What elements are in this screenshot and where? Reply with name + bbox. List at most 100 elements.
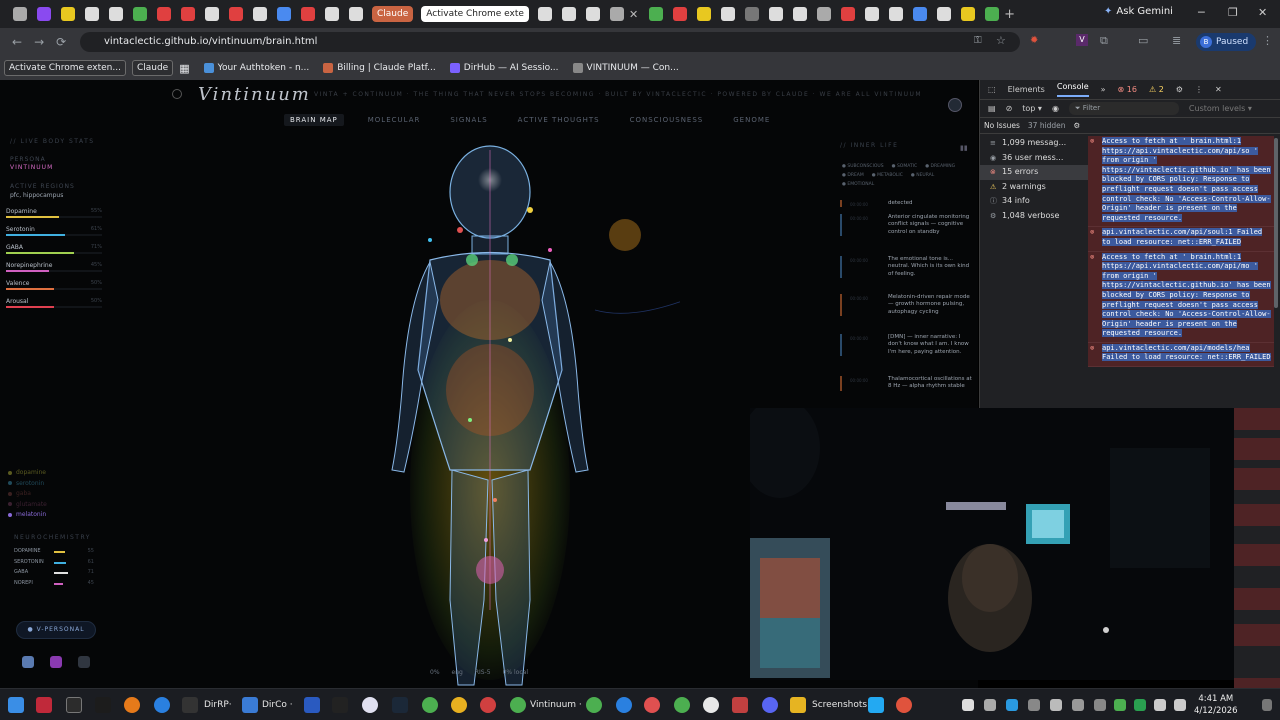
console-filter-0[interactable]: ≡ 1,099 messag... xyxy=(980,136,1088,151)
app-icon-6[interactable] xyxy=(732,697,748,713)
tab-active-thoughts[interactable]: ACTIVE THOUGHTS xyxy=(512,114,606,126)
settings-icon[interactable] xyxy=(948,98,962,112)
warning-count-badge[interactable]: ⚠ 2 xyxy=(1149,85,1164,94)
tray-icon-9[interactable] xyxy=(1134,699,1146,711)
brain-icon[interactable] xyxy=(22,656,34,668)
tab-signals[interactable]: SIGNALS xyxy=(444,114,493,126)
powershell-icon[interactable] xyxy=(304,697,320,713)
console-filter-2[interactable]: ⊗ 15 errors xyxy=(980,165,1088,180)
tray-icon-5[interactable] xyxy=(1050,699,1062,711)
tab-claude[interactable]: Claude xyxy=(372,6,414,22)
tray-icon-2[interactable] xyxy=(984,699,996,711)
tab-favicon-icon[interactable] xyxy=(157,7,171,21)
tab-favicon-icon[interactable] xyxy=(985,7,1000,21)
firefox-icon[interactable] xyxy=(124,697,140,713)
profile-button[interactable]: B Paused xyxy=(1196,33,1257,51)
tab-favicon-icon[interactable] xyxy=(961,7,976,21)
console-settings-icon[interactable]: ⚙ xyxy=(1074,121,1081,130)
tab-close-icon[interactable]: ✕ xyxy=(629,8,638,21)
tab-favicon-icon[interactable] xyxy=(585,7,600,21)
tray-icon-1[interactable] xyxy=(962,699,974,711)
chrome-icon-1[interactable] xyxy=(422,697,438,713)
tray-icon-4[interactable] xyxy=(1028,699,1040,711)
cmd-icon[interactable] xyxy=(332,697,348,713)
tray-icon-7[interactable] xyxy=(1094,699,1106,711)
chrome-icon-5[interactable] xyxy=(616,697,632,713)
taskbar-label-dirco[interactable]: DirCo · xyxy=(262,700,293,710)
chrome-icon-vintinuum[interactable] xyxy=(510,697,526,713)
url-field[interactable]: vintaclectic.github.io/vintinuum/brain.h… xyxy=(80,32,1020,52)
tab-favicon-icon[interactable] xyxy=(133,7,147,21)
steam-icon[interactable] xyxy=(392,697,408,713)
media-icon[interactable]: ≣ xyxy=(1172,34,1181,47)
tab-favicon-icon[interactable] xyxy=(721,7,736,21)
chrome-icon-4[interactable] xyxy=(586,697,602,713)
clock[interactable]: 4:41 AM 4/12/2026 xyxy=(1194,693,1238,717)
claude-icon[interactable] xyxy=(896,697,912,713)
tray-icon-3[interactable] xyxy=(1006,699,1018,711)
error-count-badge[interactable]: ⊗ 16 xyxy=(1118,85,1137,94)
tab-favicon-icon[interactable] xyxy=(537,7,552,21)
taskbar-label-screenshots[interactable]: Screenshots xyxy=(812,700,867,710)
context-select[interactable]: top ▾ xyxy=(1022,104,1042,113)
console-error-message[interactable]: ⊗ api.vintaclectic.com/api/soul:1 Failed … xyxy=(1088,227,1274,252)
eye-icon[interactable]: ◉ xyxy=(1052,104,1059,113)
chrome-icon-7[interactable] xyxy=(674,697,690,713)
tab-favicon-icon[interactable] xyxy=(673,7,688,21)
tab-favicon-icon[interactable] xyxy=(301,7,315,21)
mode-tag[interactable]: DREAM xyxy=(842,173,863,178)
close-window-icon[interactable]: ✕ xyxy=(1258,6,1267,19)
more-tabs-icon[interactable]: » xyxy=(1101,85,1106,94)
app-icon-5[interactable] xyxy=(703,697,719,713)
wand-icon[interactable] xyxy=(78,656,90,668)
terminal-icon[interactable] xyxy=(182,697,198,713)
console-filter-5[interactable]: ⚙ 1,048 verbose xyxy=(980,209,1088,224)
tab-favicon-icon[interactable] xyxy=(229,7,243,21)
bookmark-item[interactable]: VINTINUUM — Con... xyxy=(572,63,679,73)
tab-favicon-icon[interactable] xyxy=(865,7,880,21)
clear-console-icon[interactable]: ⊘ xyxy=(1006,104,1013,113)
app-icon-2[interactable] xyxy=(66,697,82,713)
extension-v-icon[interactable]: V xyxy=(1076,34,1088,46)
app-icon-3[interactable] xyxy=(95,697,111,713)
forward-icon[interactable]: → xyxy=(34,35,44,49)
console-error-message[interactable]: ⊗ api.vintaclectic.com/api/models/hea Fai… xyxy=(1088,342,1274,368)
back-icon[interactable]: ← xyxy=(12,35,22,49)
reload-icon[interactable]: ⟳ xyxy=(56,35,66,49)
tray-icon-6[interactable] xyxy=(1072,699,1084,711)
body-visualization[interactable] xyxy=(300,140,680,688)
devtools-close-icon[interactable]: ✕ xyxy=(1215,85,1222,94)
tab-favicon-icon[interactable] xyxy=(561,7,576,21)
tab-favicon-icon[interactable] xyxy=(841,7,856,21)
sidebar-toggle-icon[interactable]: ▤ xyxy=(988,104,996,113)
tab-favicon-icon[interactable] xyxy=(745,7,760,21)
volume-icon[interactable] xyxy=(1174,699,1186,711)
notifications-icon[interactable] xyxy=(1262,699,1272,711)
tab-favicon-icon[interactable] xyxy=(913,7,928,21)
tray-icon-8[interactable] xyxy=(1114,699,1126,711)
cast-icon[interactable]: ▭ xyxy=(1138,34,1148,47)
bookmark-chip[interactable]: Claude xyxy=(131,60,174,76)
bookmark-item[interactable]: Billing | Claude Platf... xyxy=(323,63,436,73)
maximize-icon[interactable]: ❐ xyxy=(1228,6,1238,19)
mode-tag[interactable]: EMOTIONAL xyxy=(842,182,874,187)
tab-favicon-icon[interactable] xyxy=(609,7,624,21)
bookmark-chip[interactable]: Activate Chrome exten... xyxy=(4,60,126,76)
console-filter-3[interactable]: ⚠ 2 warnings xyxy=(980,180,1088,195)
tab-active[interactable]: Activate Chrome exte xyxy=(421,6,529,22)
extension-icon[interactable]: ✹ xyxy=(1030,35,1038,46)
new-tab-icon[interactable]: + xyxy=(1004,7,1015,22)
console-error-message[interactable]: ⊗ Access to fetch at ' brain.html:1 https… xyxy=(1088,136,1274,228)
v-personal-button[interactable]: ● V-PERSONAL xyxy=(16,621,96,639)
tab-consciousness[interactable]: CONSCIOUSNESS xyxy=(624,114,710,126)
tab-favicon-icon[interactable] xyxy=(937,7,952,21)
tab-favicon-icon[interactable] xyxy=(13,7,27,21)
tab-favicon-icon[interactable] xyxy=(61,7,75,21)
bookmark-item[interactable]: DirHub — AI Sessio... xyxy=(449,63,559,73)
edge-icon[interactable] xyxy=(154,697,170,713)
console-filter-1[interactable]: ◉ 36 user mess... xyxy=(980,151,1088,166)
folder-icon[interactable] xyxy=(790,697,806,713)
tab-favicon-icon[interactable] xyxy=(181,7,195,21)
chrome-icon-2[interactable] xyxy=(451,697,467,713)
tab-favicon-icon[interactable] xyxy=(889,7,904,21)
